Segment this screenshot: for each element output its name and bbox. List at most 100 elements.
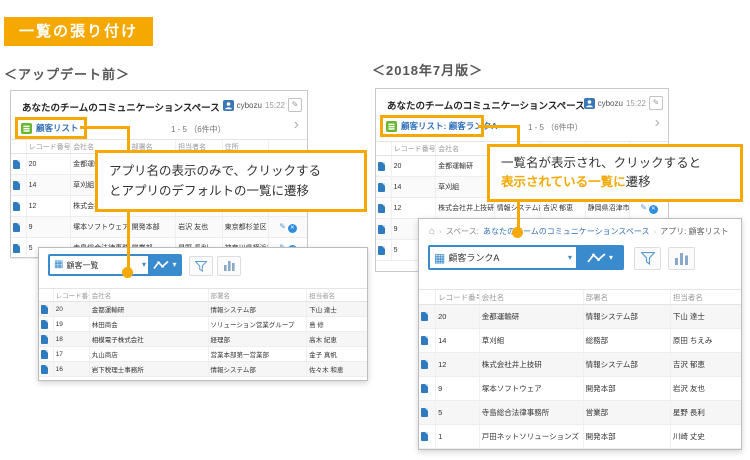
cell-person: 岩沢 友也 [176,217,222,238]
cell-department: 情報システム部 [208,362,307,377]
cell-person: 岩沢 友也 [670,377,741,401]
record-icon[interactable] [421,312,428,321]
graph-toggle-button[interactable]: ▾ [576,245,624,270]
cell-person: 星野 長利 [670,401,741,425]
table-row: 9 塚本ソフトウェア 開発本部 岩沢 友也 [419,377,741,401]
cell-record-no: 19 [53,317,89,332]
record-icon[interactable] [378,204,385,213]
table-row: 9 塚本ソフトウェア 開発本部 岩沢 友也 東京都杉並区 ✎ ✕ [11,217,307,238]
filter-button[interactable] [634,247,661,270]
cell-record-no: 18 [53,332,89,347]
edit-icon[interactable]: ✎ [649,96,663,110]
post-meta: cybozu 15:22 ✎ [584,96,663,110]
record-icon[interactable] [13,202,20,211]
cell-record-no: 12 [391,198,435,219]
cell-record-no: 20 [391,156,435,177]
chevron-down-icon: ▾ [609,254,613,262]
table-row: 18 相模電子株式会社 経理部 高木 紀恵 [39,332,367,347]
section-heading-before: ＜アップデート前＞ [4,64,130,83]
record-icon[interactable] [41,365,48,374]
delete-record-icon[interactable]: ✕ [288,224,297,233]
col-header: 会社名 [436,142,495,156]
cell-company: 株式会社井上技研 [479,353,583,377]
record-icon[interactable] [13,223,20,232]
chevron-down-icon: ▾ [172,261,176,269]
timestamp: 15:22 [265,101,285,110]
edit-record-icon[interactable]: ✎ [279,222,286,231]
record-icon[interactable] [421,360,428,369]
next-page-icon[interactable]: › [655,115,660,131]
next-page-icon[interactable]: › [294,117,299,133]
view-selector[interactable]: ▦ 顧客ランクA ▾ [428,245,578,270]
col-header: 会社名 [479,290,583,305]
callout-line2: とアプリのデフォルトの一覧に遷移 [109,181,353,201]
chevron-down-icon: ▾ [568,254,572,262]
cell-company: 金都運輸研 [479,305,583,329]
cell-department: 営業部 [583,401,670,425]
table-row: 20 金都運輸研 情報システム部 下山 達士 [39,302,367,317]
record-icon[interactable] [378,246,385,255]
record-icon[interactable] [41,350,48,359]
view-selector[interactable]: ▦ 顧客一覧 ▾ [48,254,152,276]
record-icon[interactable] [13,160,20,169]
record-icon[interactable] [421,336,428,345]
record-icon[interactable] [41,305,48,314]
record-icon[interactable] [421,432,428,441]
chart-button[interactable] [217,256,241,276]
table-view-icon: ▦ [54,260,63,270]
edit-icon[interactable]: ✎ [288,98,302,112]
breadcrumb-separator-icon: › [653,227,656,236]
cell-address: 東京都杉並区 [222,217,268,238]
cell-person: 下山 達士 [670,305,741,329]
graph-toggle-button[interactable]: ▾ [148,254,182,276]
highlight-box-view-link [380,115,484,137]
cell-company: 草刈組 [436,177,495,198]
record-icon[interactable] [13,244,20,253]
col-header: レコード番号 [436,290,480,305]
table-view-icon: ▦ [434,252,445,264]
cell-record-no: 14 [26,175,70,196]
cell-company: 相模電子株式会社 [89,332,208,347]
table-row: 20 金都運輸研 情報システム部 下山 達士 [419,305,741,329]
cell-record-no: 12 [436,353,480,377]
cell-company: 金都運輸研 [89,302,208,317]
cell-company: 塚本ソフトウェア [479,377,583,401]
cell-department: 情報システム部 [583,353,670,377]
edit-record-icon[interactable]: ✎ [640,203,647,212]
callout-after: 一覧名が表示され、クリックすると 表示されている一覧に遷移 [487,144,743,202]
col-header: 会社名 [89,289,208,302]
delete-record-icon[interactable]: ✕ [649,205,658,214]
space-title: あなたのチームのコミュニケーションスペース [22,100,220,114]
user-avatar-icon [223,100,234,111]
connector-dot [122,267,133,278]
filter-button[interactable] [189,256,213,276]
record-icon[interactable] [378,225,385,234]
cell-department: 情報システム部 [208,302,307,317]
connector-line [80,126,130,129]
col-header: レコード番号 [391,142,435,156]
record-icon[interactable] [378,162,385,171]
chart-button[interactable] [668,247,695,270]
record-icon[interactable] [378,183,385,192]
cell-record-no: 20 [26,154,70,175]
cell-person: 川崎 丈史 [670,425,741,449]
callout-before: アプリ名の表示のみで、クリックする とアプリのデフォルトの一覧に遷移 [95,150,367,212]
callout-line1: アプリ名の表示のみで、クリックする [109,161,353,181]
chevron-down-icon: ▾ [142,261,146,269]
record-icon[interactable] [421,384,428,393]
page-title-badge: 一覧の張り付け [4,17,153,46]
breadcrumb-space-link[interactable]: あなたのチームのコミュニケーションスペース [483,226,649,237]
home-icon[interactable]: ⌂ [429,227,435,237]
table-row: 19 林田商会 ソリューション営業グループ 島 修 [39,317,367,332]
timestamp: 15:22 [626,99,646,108]
record-icon[interactable] [41,335,48,344]
page: 一覧の張り付け ＜アップデート前＞ ＜2018年7月版＞ あなたのチームのコミュ… [0,0,750,460]
table-row: 1 戸田ネットソリューションズ 開発本部 川崎 丈史 [419,425,741,449]
cell-company: 林田商会 [89,317,208,332]
callout-line2-rest: 遷移 [626,175,651,189]
cell-record-no: 14 [436,329,480,353]
table-row: 17 丸山商店 営業本部第一営業部 金子 真帆 [39,347,367,362]
record-icon[interactable] [421,408,428,417]
record-icon[interactable] [41,320,48,329]
record-icon[interactable] [13,181,20,190]
